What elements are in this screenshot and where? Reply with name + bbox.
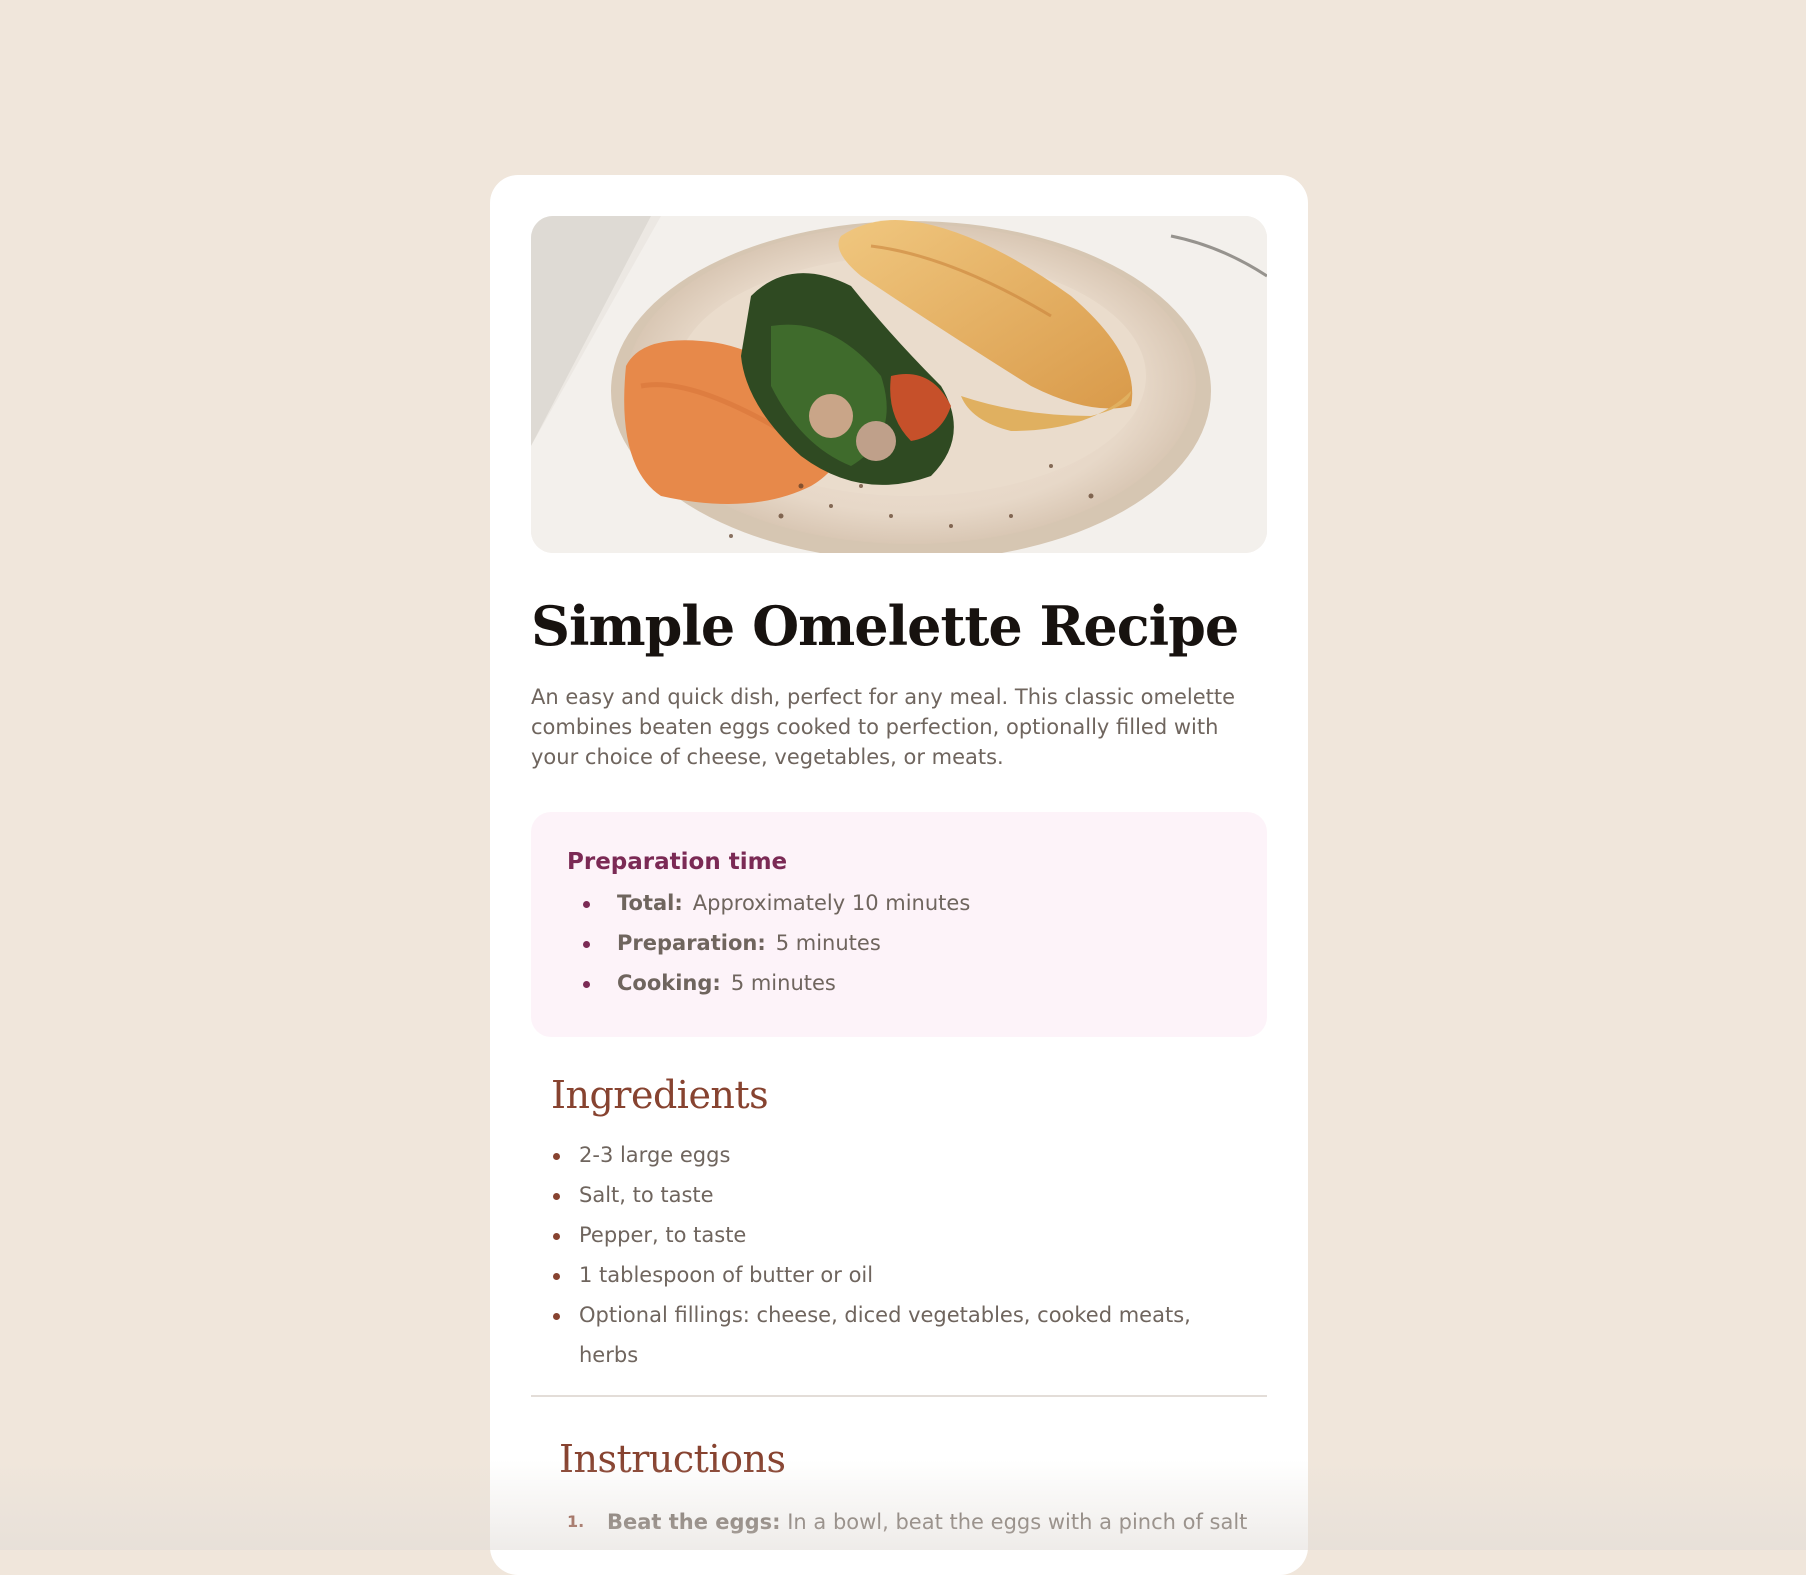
prep-item-value: 5 minutes	[776, 931, 881, 955]
prep-item-value: Approximately 10 minutes	[693, 891, 970, 915]
list-item: Optional fillings: cheese, diced vegetab…	[551, 1295, 1211, 1375]
list-item: Salt, to taste	[551, 1175, 1211, 1215]
instructions-section: Instructions 1. Beat the eggs: In a bowl…	[531, 1437, 1267, 1537]
ingredients-heading: Ingredients	[551, 1073, 1267, 1117]
ingredients-list: 2-3 large eggs Salt, to taste Pepper, to…	[551, 1135, 1267, 1375]
recipe-card: Simple Omelette Recipe An easy and quick…	[490, 175, 1308, 1575]
ingredients-section: Ingredients 2-3 large eggs Salt, to tast…	[531, 1073, 1267, 1375]
prep-item-total: Total: Approximately 10 minutes	[583, 883, 1231, 923]
prep-item-label: Preparation:	[617, 931, 766, 955]
step-number: 1.	[567, 1507, 584, 1537]
step-text: In a bowl, beat the eggs with a pinch of…	[787, 1510, 1247, 1534]
prep-item-label: Total:	[617, 891, 683, 915]
instruction-step: 1. Beat the eggs: In a bowl, beat the eg…	[559, 1507, 1267, 1537]
preparation-time-box: Preparation time Total: Approximately 10 …	[531, 812, 1267, 1037]
list-item: Pepper, to taste	[551, 1215, 1211, 1255]
prep-item-preparation: Preparation: 5 minutes	[583, 923, 1231, 963]
omelette-image	[531, 216, 1267, 553]
instructions-heading: Instructions	[559, 1437, 1267, 1481]
section-divider	[531, 1395, 1267, 1397]
prep-item-label: Cooking:	[617, 971, 721, 995]
prep-item-cooking: Cooking: 5 minutes	[583, 963, 1231, 1003]
page-title: Simple Omelette Recipe	[531, 597, 1267, 656]
preparation-list: Total: Approximately 10 minutes Preparati…	[567, 883, 1231, 1003]
prep-item-value: 5 minutes	[731, 971, 836, 995]
instructions-list: 1. Beat the eggs: In a bowl, beat the eg…	[559, 1507, 1267, 1537]
step-label: Beat the eggs:	[607, 1510, 781, 1534]
recipe-description: An easy and quick dish, perfect for any …	[531, 682, 1251, 772]
preparation-heading: Preparation time	[567, 849, 1231, 875]
omelette-photo	[531, 216, 1267, 553]
list-item: 1 tablespoon of butter or oil	[551, 1255, 1211, 1295]
list-item: 2-3 large eggs	[551, 1135, 1211, 1175]
